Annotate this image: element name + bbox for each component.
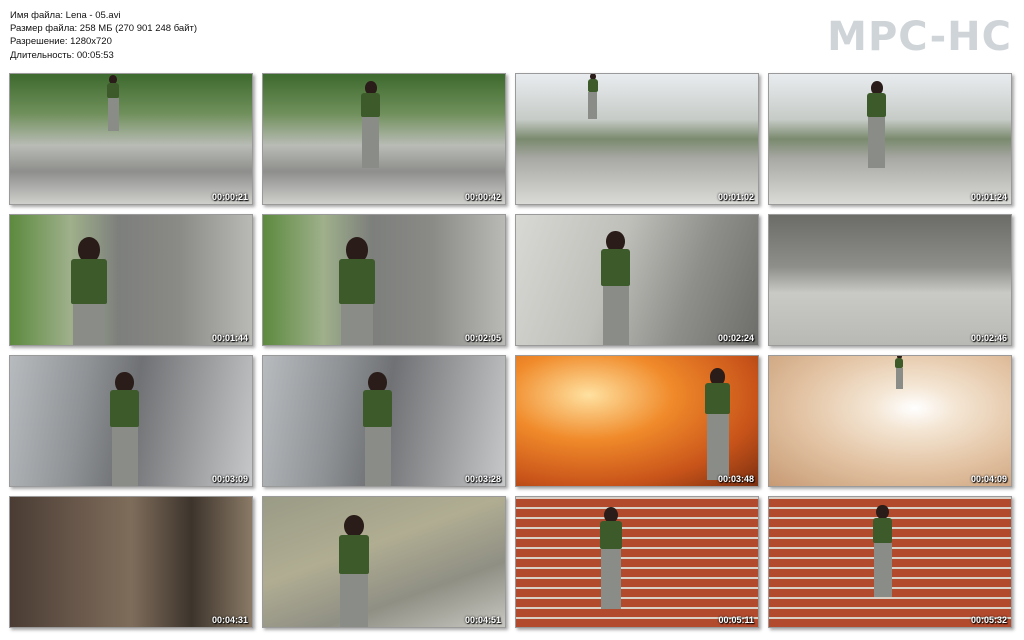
timestamp: 00:04:51 — [464, 615, 501, 625]
thumbnail-9: 00:03:09 — [9, 355, 253, 487]
thumbnail-frame — [516, 497, 758, 627]
timestamp: 00:04:09 — [970, 474, 1007, 484]
thumbnail-12: 00:04:09 — [768, 355, 1012, 487]
thumbnail-frame — [263, 74, 505, 204]
timestamp: 00:02:46 — [970, 333, 1007, 343]
timestamp: 00:03:48 — [717, 474, 754, 484]
thumbnail-frame — [769, 356, 1011, 486]
thumbnail-13: 00:04:31 — [9, 496, 253, 628]
thumbnail-frame — [263, 497, 505, 627]
thumbnail-6: 00:02:05 — [262, 214, 506, 346]
timestamp: 00:01:02 — [717, 192, 754, 202]
thumbnail-frame — [10, 215, 252, 345]
thumbnail-grid: 00:00:21 00:00:42 00:01:02 00:01:24 00:01:44… — [0, 0, 1024, 640]
thumbnail-14: 00:04:51 — [262, 496, 506, 628]
timestamp: 00:01:24 — [970, 192, 1007, 202]
timestamp: 00:00:42 — [464, 192, 501, 202]
thumbnail-frame — [10, 497, 252, 627]
thumbnail-frame — [769, 215, 1011, 345]
thumbnail-frame — [769, 74, 1011, 204]
timestamp: 00:04:31 — [211, 615, 248, 625]
timestamp: 00:03:28 — [464, 474, 501, 484]
thumbnail-frame — [516, 74, 758, 204]
thumbnail-2: 00:00:42 — [262, 73, 506, 205]
thumbnail-frame — [516, 215, 758, 345]
thumbnail-4: 00:01:24 — [768, 73, 1012, 205]
timestamp: 00:02:05 — [464, 333, 501, 343]
thumbnail-16: 00:05:32 — [768, 496, 1012, 628]
thumbnail-frame — [263, 215, 505, 345]
thumbnail-7: 00:02:24 — [515, 214, 759, 346]
thumbnail-10: 00:03:28 — [262, 355, 506, 487]
thumbnail-3: 00:01:02 — [515, 73, 759, 205]
thumbnail-8: 00:02:46 — [768, 214, 1012, 346]
timestamp: 00:05:11 — [718, 615, 754, 625]
thumbnail-15: 00:05:11 — [515, 496, 759, 628]
timestamp: 00:02:24 — [717, 333, 754, 343]
thumbnail-11: 00:03:48 — [515, 355, 759, 487]
thumbnail-5: 00:01:44 — [9, 214, 253, 346]
thumbnail-1: 00:00:21 — [9, 73, 253, 205]
timestamp: 00:03:09 — [211, 474, 248, 484]
timestamp: 00:00:21 — [211, 192, 248, 202]
thumbnail-frame — [10, 74, 252, 204]
timestamp: 00:05:32 — [970, 615, 1007, 625]
timestamp: 00:01:44 — [211, 333, 248, 343]
